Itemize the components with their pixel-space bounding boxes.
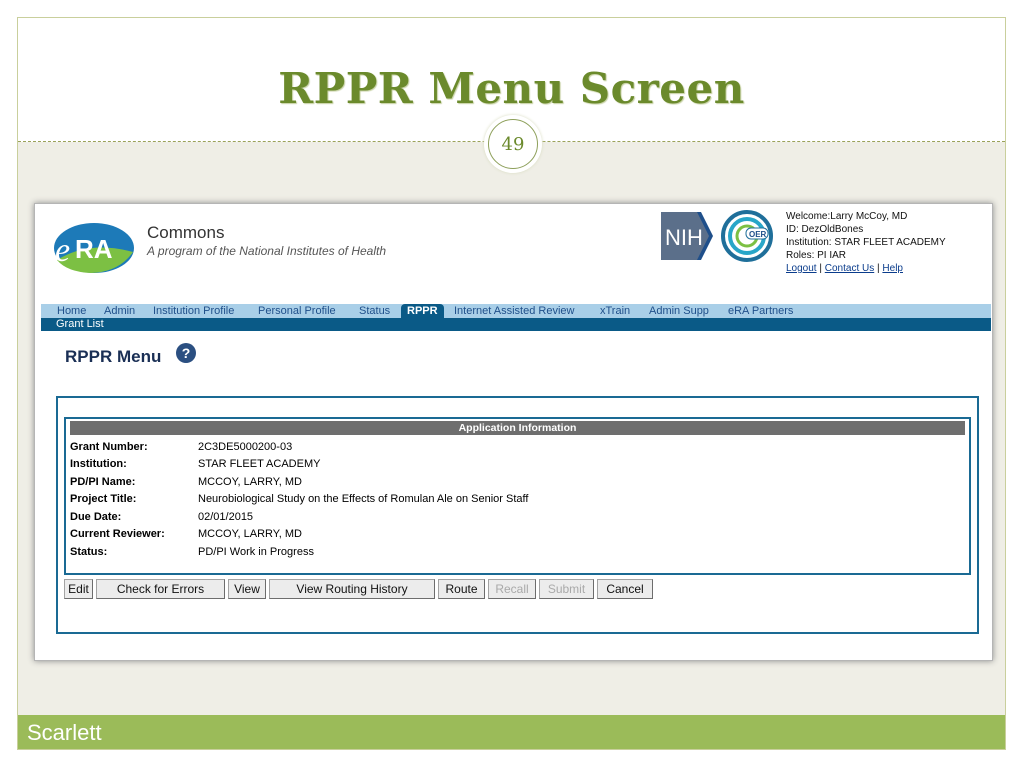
info-label: Current Reviewer: [70, 528, 165, 540]
info-value: Neurobiological Study on the Effects of … [198, 493, 529, 505]
nav-era-partners[interactable]: eRA Partners [727, 304, 794, 318]
view-routing-history-button[interactable]: View Routing History [269, 579, 435, 599]
submit-button: Submit [539, 579, 594, 599]
nav-status[interactable]: Status [358, 304, 391, 318]
route-button[interactable]: Route [438, 579, 485, 599]
nav-internet-assisted-review[interactable]: Internet Assisted Review [453, 304, 575, 318]
info-label: Project Title: [70, 493, 137, 505]
info-label: Status: [70, 546, 108, 558]
era-commons-screenshot: e RA Commons A program of the National I… [34, 203, 993, 661]
era-logo-icon: e RA [54, 223, 134, 273]
user-info: Welcome:Larry McCoy, MD ID: DezOldBones … [786, 210, 946, 275]
user-institution: Institution: STAR FLEET ACADEMY [786, 237, 946, 248]
cancel-button[interactable]: Cancel [597, 579, 653, 599]
logout-link[interactable]: Logout [786, 263, 817, 274]
user-roles: Roles: PI IAR [786, 250, 847, 261]
rppr-menu-panel: Application Information Grant Number: 2C… [56, 396, 979, 634]
nih-logo-icon: NIH [661, 212, 713, 260]
nav-rppr[interactable]: RPPR [401, 304, 444, 318]
nav-xtrain[interactable]: xTrain [599, 304, 631, 318]
info-value: PD/PI Work in Progress [198, 546, 314, 558]
info-value: 02/01/2015 [198, 511, 254, 523]
nav-admin[interactable]: Admin [103, 304, 136, 318]
info-value: STAR FLEET ACADEMY [198, 458, 321, 470]
contact-us-link[interactable]: Contact Us [825, 263, 874, 274]
slide-footer: Scarlett [18, 715, 1005, 749]
page-number-badge: 49 [484, 115, 542, 173]
info-label: Institution: [70, 458, 127, 470]
footer-text: Scarlett [27, 720, 102, 745]
sub-nav: Grant List [41, 318, 991, 331]
svg-text:e: e [55, 232, 70, 269]
check-for-errors-button[interactable]: Check for Errors [96, 579, 225, 599]
slide-title: RPPR Menu Screen [278, 64, 745, 113]
info-label: Grant Number: [70, 441, 148, 453]
slide: RPPR Menu Screen 49 e RA Commons A progr… [17, 17, 1006, 750]
page-number: 49 [488, 119, 538, 169]
recall-button: Recall [488, 579, 536, 599]
info-value: MCCOY, LARRY, MD [198, 528, 302, 540]
link-separator: | [877, 263, 880, 274]
link-separator: | [819, 263, 822, 274]
info-label: PD/PI Name: [70, 476, 136, 488]
help-icon[interactable]: ? [176, 343, 196, 363]
user-links: Logout | Contact Us | Help [786, 262, 946, 275]
sub-nav-grant-list[interactable]: Grant List [56, 318, 104, 331]
svg-text:NIH: NIH [665, 225, 703, 250]
edit-button[interactable]: Edit [64, 579, 93, 599]
user-id: ID: DezOldBones [786, 224, 864, 235]
info-value: MCCOY, LARRY, MD [198, 476, 302, 488]
page-title: RPPR Menu [65, 347, 162, 366]
application-info-header: Application Information [70, 421, 965, 435]
nav-admin-supp[interactable]: Admin Supp [648, 304, 710, 318]
nav-home[interactable]: Home [56, 304, 87, 318]
app-tagline: A program of the National Institutes of … [147, 244, 387, 258]
nav-institution-profile[interactable]: Institution Profile [152, 304, 235, 318]
nav-personal-profile[interactable]: Personal Profile [257, 304, 337, 318]
svg-text:OER: OER [749, 230, 767, 239]
main-nav: Home Admin Institution Profile Personal … [41, 304, 991, 318]
help-link[interactable]: Help [882, 263, 903, 274]
view-button[interactable]: View [228, 579, 266, 599]
svg-text:RA: RA [75, 234, 113, 264]
app-name: Commons [147, 223, 225, 242]
welcome-text: Welcome:Larry McCoy, MD [786, 211, 908, 222]
info-label: Due Date: [70, 511, 122, 523]
oer-logo-icon: OER [721, 210, 773, 262]
application-info-panel: Application Information Grant Number: 2C… [64, 417, 971, 575]
info-value: 2C3DE5000200-03 [198, 441, 293, 453]
